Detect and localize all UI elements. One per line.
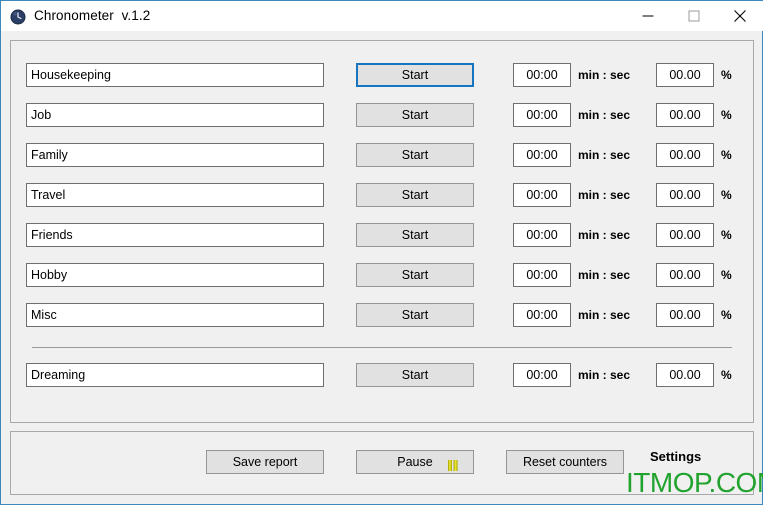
activity-row: Start min : sec% xyxy=(11,143,755,167)
activity-row: Start min : sec% xyxy=(11,103,755,127)
settings-link[interactable]: Settings xyxy=(650,449,701,464)
elapsed-time-field[interactable] xyxy=(513,143,571,167)
percent-field[interactable] xyxy=(656,103,714,127)
time-unit-label: min : sec xyxy=(578,108,631,122)
elapsed-time-field[interactable] xyxy=(513,183,571,207)
percent-field[interactable] xyxy=(656,263,714,287)
start-button[interactable]: Start xyxy=(356,363,474,387)
activity-row: Start min : sec% xyxy=(11,263,755,287)
maximize-icon xyxy=(688,10,700,22)
percent-unit-label: % xyxy=(721,368,732,382)
pause-button[interactable]: Pause xyxy=(356,450,474,474)
elapsed-time-field[interactable] xyxy=(513,263,571,287)
title-bar: Chronometer v.1.2 xyxy=(1,0,763,31)
activity-name-input[interactable] xyxy=(26,263,324,287)
activity-row: Start min : sec% xyxy=(11,363,755,387)
percent-unit-label: % xyxy=(721,148,732,162)
row-separator xyxy=(32,347,732,348)
time-unit-label: min : sec xyxy=(578,308,631,322)
time-unit-label: min : sec xyxy=(578,188,631,202)
activity-name-input[interactable] xyxy=(26,103,324,127)
percent-unit-label: % xyxy=(721,68,732,82)
start-button[interactable]: Start xyxy=(356,223,474,247)
percent-field[interactable] xyxy=(656,63,714,87)
activity-name-input[interactable] xyxy=(26,223,324,247)
percent-unit-label: % xyxy=(721,268,732,282)
start-button[interactable]: Start xyxy=(356,103,474,127)
footer-panel: Save report Pause Reset counters Setting… xyxy=(10,431,754,495)
maximize-button[interactable] xyxy=(671,1,717,31)
clock-icon xyxy=(10,9,26,25)
percent-unit-label: % xyxy=(721,308,732,322)
app-window: Chronometer v.1.2 Start min : sec% Start mi… xyxy=(0,0,763,505)
pause-button-label: Pause xyxy=(397,455,433,469)
time-unit-label: min : sec xyxy=(578,268,631,282)
start-button[interactable]: Start xyxy=(356,63,474,87)
save-report-button[interactable]: Save report xyxy=(206,450,324,474)
percent-unit-label: % xyxy=(721,188,732,202)
activity-name-input[interactable] xyxy=(26,363,324,387)
percent-field[interactable] xyxy=(656,183,714,207)
start-button[interactable]: Start xyxy=(356,143,474,167)
time-unit-label: min : sec xyxy=(578,148,631,162)
percent-field[interactable] xyxy=(656,143,714,167)
start-button[interactable]: Start xyxy=(356,263,474,287)
time-unit-label: min : sec xyxy=(578,68,631,82)
activity-row: Start min : sec% xyxy=(11,63,755,87)
elapsed-time-field[interactable] xyxy=(513,103,571,127)
activity-name-input[interactable] xyxy=(26,63,324,87)
activity-row: Start min : sec% xyxy=(11,303,755,327)
elapsed-time-field[interactable] xyxy=(513,363,571,387)
activities-panel: Start min : sec% Start min : sec% Start min :… xyxy=(10,40,754,423)
start-button[interactable]: Start xyxy=(356,303,474,327)
activity-name-input[interactable] xyxy=(26,303,324,327)
elapsed-time-field[interactable] xyxy=(513,303,571,327)
time-unit-label: min : sec xyxy=(578,368,631,382)
percent-field[interactable] xyxy=(656,303,714,327)
elapsed-time-field[interactable] xyxy=(513,223,571,247)
close-button[interactable] xyxy=(717,1,763,31)
minimize-button[interactable] xyxy=(625,1,671,31)
close-icon xyxy=(734,10,746,22)
percent-field[interactable] xyxy=(656,223,714,247)
percent-field[interactable] xyxy=(656,363,714,387)
activity-name-input[interactable] xyxy=(26,143,324,167)
pause-icon xyxy=(447,457,459,471)
percent-unit-label: % xyxy=(721,108,732,122)
time-unit-label: min : sec xyxy=(578,228,631,242)
activity-name-input[interactable] xyxy=(26,183,324,207)
percent-unit-label: % xyxy=(721,228,732,242)
reset-counters-button[interactable]: Reset counters xyxy=(506,450,624,474)
elapsed-time-field[interactable] xyxy=(513,63,571,87)
start-button[interactable]: Start xyxy=(356,183,474,207)
window-title: Chronometer v.1.2 xyxy=(34,8,151,23)
minimize-icon xyxy=(642,15,654,17)
activity-row: Start min : sec% xyxy=(11,183,755,207)
activity-row: Start min : sec% xyxy=(11,223,755,247)
